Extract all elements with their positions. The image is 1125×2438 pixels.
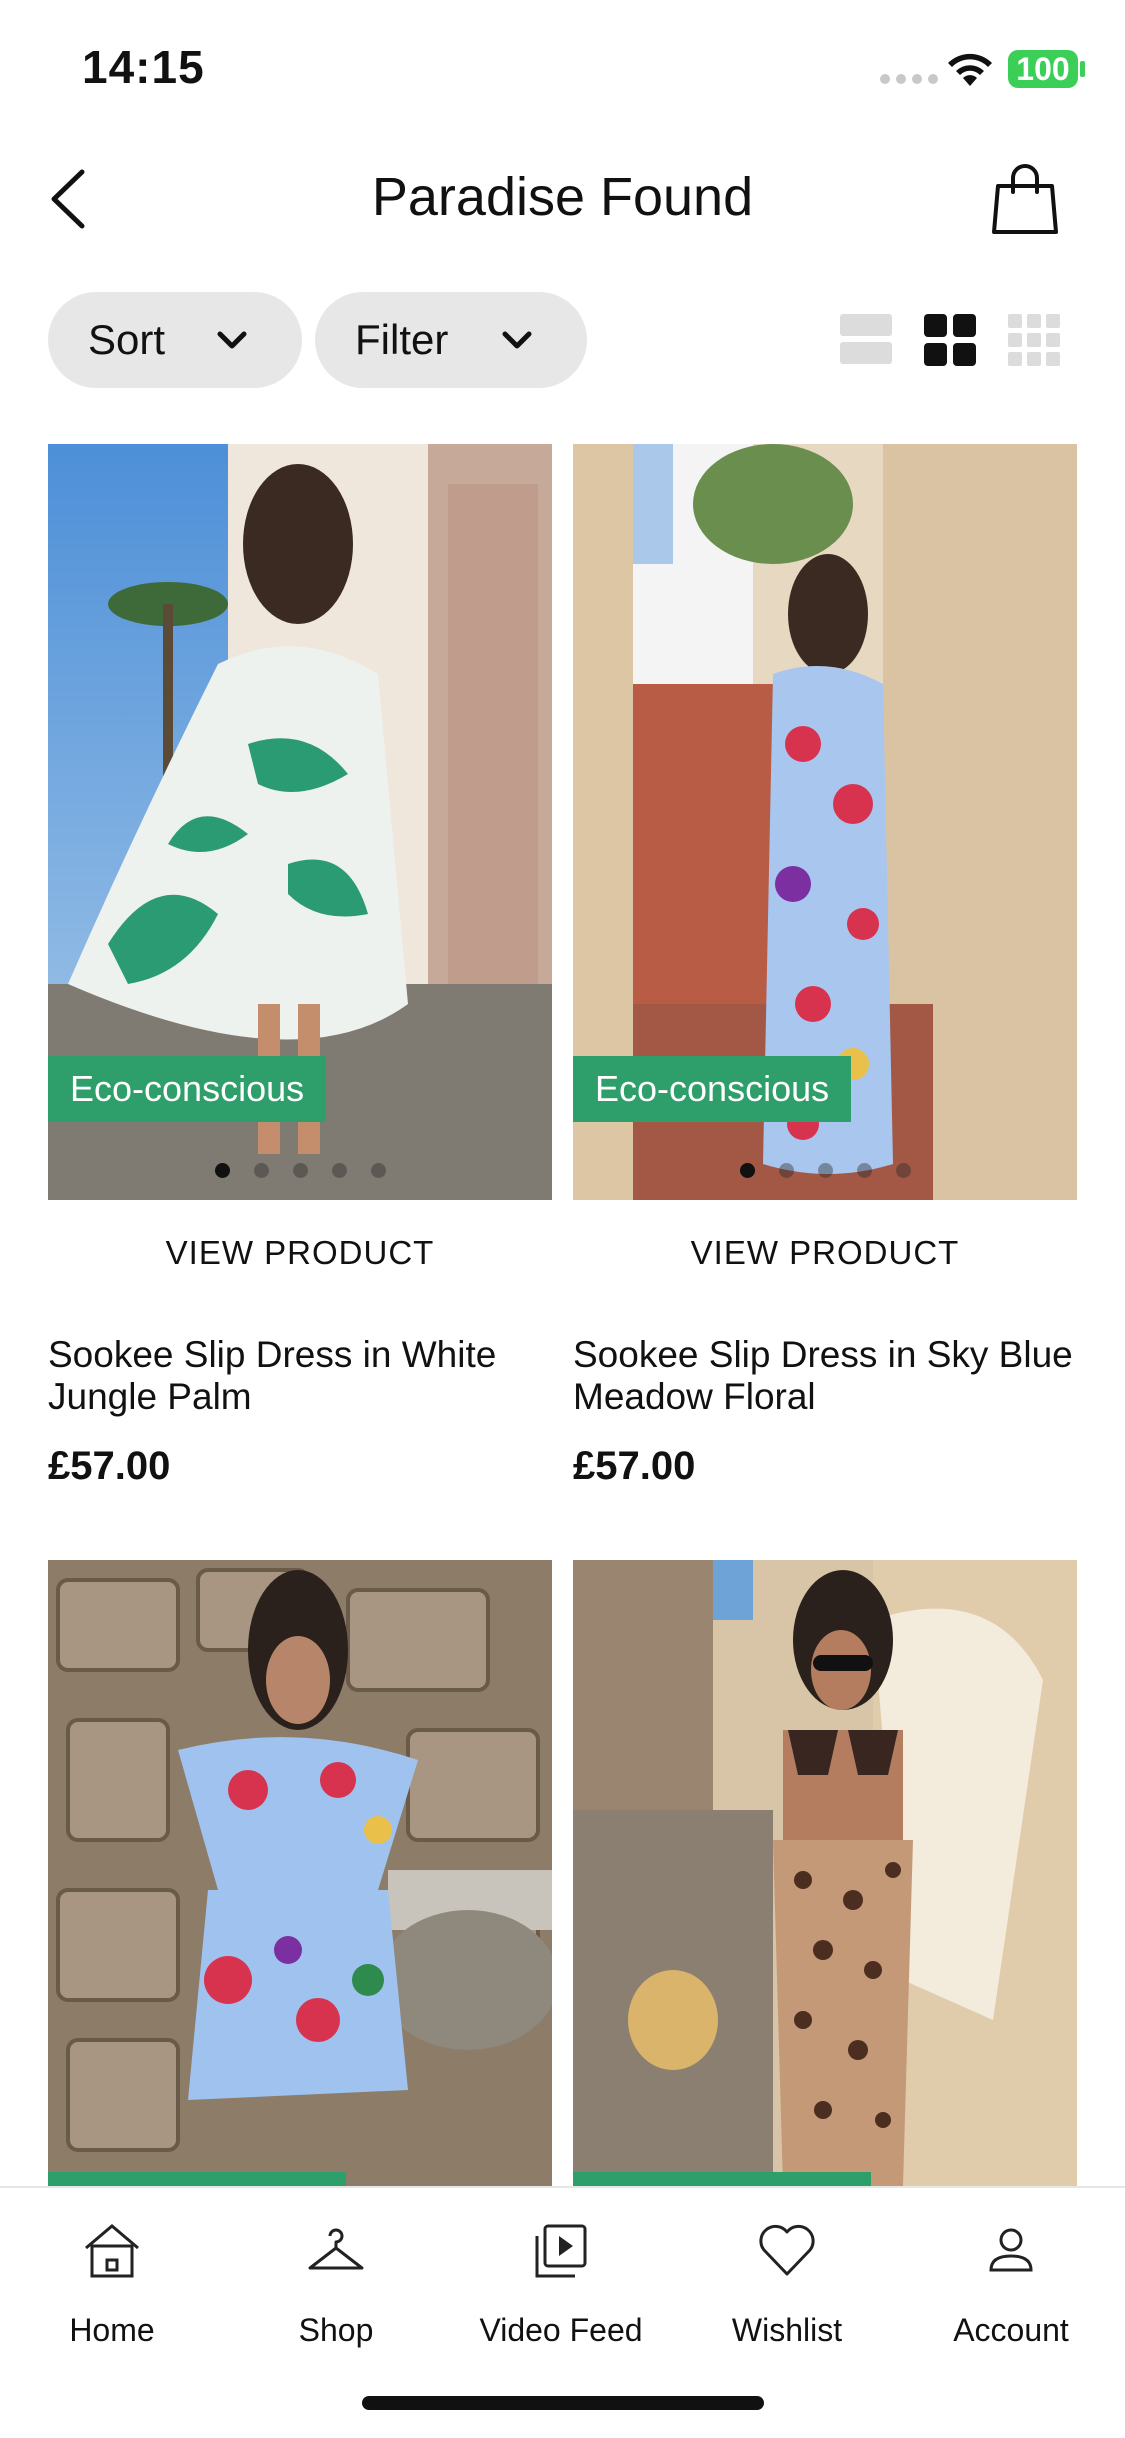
header: Paradise Found xyxy=(0,140,1125,260)
tab-shop[interactable]: Shop xyxy=(236,2218,436,2349)
battery-tip xyxy=(1080,61,1085,77)
product-image[interactable] xyxy=(48,1560,552,2186)
product-image[interactable]: Eco-conscious xyxy=(573,444,1077,1200)
tab-label: Wishlist xyxy=(731,2312,843,2348)
tab-label: Shop xyxy=(298,2312,374,2348)
status-bar: 14:15 100 xyxy=(0,0,1125,130)
chevron-down-icon xyxy=(502,331,532,349)
product-card[interactable]: Eco-conscious VIEW PRODUCT Sookee Slip D… xyxy=(48,444,552,1504)
view-product-link[interactable]: VIEW PRODUCT xyxy=(48,1234,552,1272)
product-card[interactable]: Eco-conscious VIEW PRODUCT Sookee Slip D… xyxy=(573,444,1077,1504)
page-title: Paradise Found xyxy=(371,167,754,227)
product-name[interactable]: Sookee Slip Dress in Sky Blue Meadow Flo… xyxy=(573,1334,1083,1418)
tab-video-feed[interactable]: Video Feed xyxy=(461,2218,661,2349)
product-card[interactable] xyxy=(573,1560,1077,2186)
eco-badge xyxy=(48,2172,346,2186)
shopping-bag-icon[interactable] xyxy=(990,158,1060,238)
image-carousel-dots[interactable] xyxy=(48,1163,552,1178)
filter-label: Filter xyxy=(355,316,449,363)
two-column-view-icon[interactable] xyxy=(924,314,976,366)
single-column-view-icon[interactable] xyxy=(840,314,892,366)
wifi-icon xyxy=(948,53,992,86)
product-price: £57.00 xyxy=(573,1444,696,1488)
toolbar: Sort Filter xyxy=(0,292,1125,392)
person-icon xyxy=(989,2228,1033,2272)
product-image[interactable]: Eco-conscious xyxy=(48,444,552,1200)
home-icon xyxy=(85,2224,139,2278)
eco-badge: Eco-conscious xyxy=(573,1056,852,1122)
status-time: 14:15 xyxy=(82,41,205,93)
product-card[interactable] xyxy=(48,1560,552,2186)
filter-button[interactable]: Filter xyxy=(315,292,587,388)
product-price: £57.00 xyxy=(48,1444,171,1488)
tab-account[interactable]: Account xyxy=(911,2218,1111,2349)
sort-label: Sort xyxy=(88,316,166,363)
sort-button[interactable]: Sort xyxy=(48,292,302,388)
heart-icon xyxy=(759,2224,815,2276)
tab-label: Home xyxy=(69,2312,155,2348)
battery-icon: 100 xyxy=(1008,50,1078,88)
tab-home[interactable]: Home xyxy=(12,2218,212,2349)
video-icon xyxy=(535,2224,587,2278)
hanger-icon xyxy=(308,2228,364,2270)
home-indicator xyxy=(362,2396,764,2410)
product-name[interactable]: Sookee Slip Dress in White Jungle Palm xyxy=(48,1334,558,1418)
three-column-view-icon[interactable] xyxy=(1008,314,1060,366)
chevron-down-icon xyxy=(217,331,247,349)
product-image[interactable] xyxy=(573,1560,1077,2186)
view-product-link[interactable]: VIEW PRODUCT xyxy=(573,1234,1077,1272)
eco-badge xyxy=(573,2172,871,2186)
cellular-signal-icon xyxy=(880,74,938,84)
image-carousel-dots[interactable] xyxy=(573,1163,1077,1178)
tab-label: Account xyxy=(953,2312,1069,2348)
tab-wishlist[interactable]: Wishlist xyxy=(687,2218,887,2349)
eco-badge: Eco-conscious xyxy=(48,1056,327,1122)
tab-label: Video Feed xyxy=(479,2312,643,2348)
